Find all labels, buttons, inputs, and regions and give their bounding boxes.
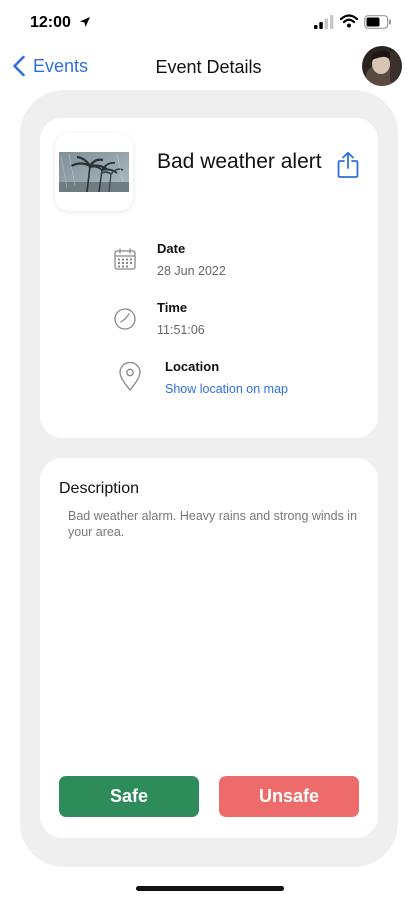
event-title: Bad weather alert [157, 150, 322, 173]
storm-image [59, 152, 129, 192]
status-bar: 12:00 [0, 0, 417, 46]
share-icon[interactable] [336, 151, 360, 179]
time-value: 11:51:06 [157, 323, 205, 337]
location-arrow-icon [80, 17, 90, 27]
description-card: Description Bad weather alarm. Heavy rai… [40, 458, 378, 838]
avatar-image [362, 46, 402, 86]
wifi-icon [340, 14, 358, 28]
date-label: Date [157, 241, 186, 256]
calendar-icon [114, 248, 136, 270]
map-pin-icon [119, 362, 141, 392]
date-value: 28 Jun 2022 [157, 264, 226, 278]
event-card: Bad weather alert Date 28 Jun 2022 Time … [40, 118, 378, 438]
page-title: Event Details [155, 57, 262, 77]
location-label: Location [165, 359, 220, 374]
status-time: 12:00 [30, 14, 71, 31]
nav-bar: Events Event Details [0, 46, 417, 90]
event-details-panel: Bad weather alert Date 28 Jun 2022 Time … [20, 90, 398, 867]
clock-icon [114, 308, 136, 330]
home-indicator [136, 886, 284, 891]
description-text: Bad weather alarm. Heavy rains and stron… [68, 509, 358, 539]
event-thumbnail [55, 133, 133, 211]
description-title: Description [59, 480, 140, 497]
safe-button[interactable]: Safe [59, 776, 199, 817]
signal-icon [314, 15, 334, 29]
time-label: Time [157, 300, 188, 315]
unsafe-button[interactable]: Unsafe [219, 776, 359, 817]
show-location-link[interactable]: Show location on map [165, 382, 288, 396]
battery-icon [364, 15, 391, 29]
avatar[interactable] [362, 46, 402, 86]
